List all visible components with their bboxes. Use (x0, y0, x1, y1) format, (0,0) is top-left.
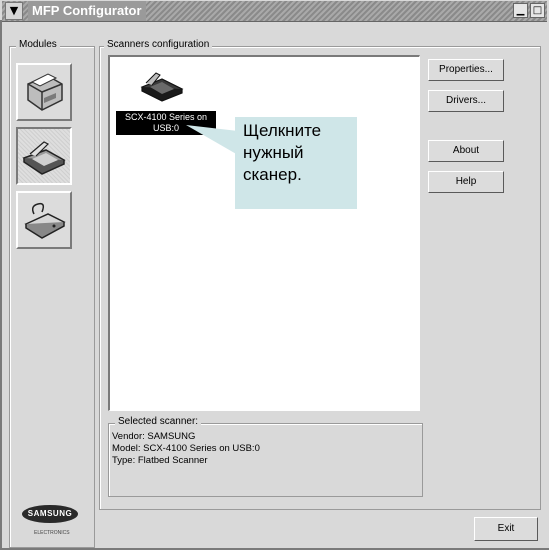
modules-panel: Modules (9, 39, 95, 548)
mfp-configurator-window: ▼ MFP Configurator ▁ □ Modules SAMSUNG E… (0, 0, 549, 550)
drivers-button[interactable]: Drivers... (428, 90, 504, 112)
type-text: Type: Flatbed Scanner (112, 455, 208, 466)
callout-text: Щелкните нужный сканер. (243, 121, 322, 184)
modules-legend: Modules (16, 39, 60, 50)
printer-icon (27, 73, 63, 111)
scanner-icon (140, 72, 184, 102)
samsung-logo-text: SAMSUNG (22, 505, 78, 523)
module-scanner-button[interactable] (16, 127, 72, 185)
samsung-logo: SAMSUNG ELECTRONICS (18, 503, 84, 543)
model-text: Model: SCX-4100 Series on USB:0 (112, 443, 260, 454)
callout-pointer (186, 125, 238, 155)
chevron-down-icon: ▼ (9, 4, 19, 17)
minimize-button[interactable]: ▁ (513, 3, 528, 18)
window-left-border (0, 20, 2, 550)
vendor-text: Vendor: SAMSUNG (112, 431, 196, 442)
callout-hint: Щелкните нужный сканер. (235, 117, 357, 209)
samsung-logo-subtext: ELECTRONICS (34, 530, 70, 536)
port-icon (24, 202, 66, 239)
maximize-button[interactable]: □ (530, 3, 545, 18)
scanners-legend: Scanners configuration (104, 39, 213, 50)
window-menu-button[interactable]: ▼ (5, 2, 23, 20)
selected-scanner-info: Vendor: SAMSUNG Model: SCX-4100 Series o… (112, 431, 260, 467)
maximize-icon: □ (532, 5, 543, 16)
help-button[interactable]: Help (428, 171, 504, 193)
module-printer-button[interactable] (16, 63, 72, 121)
title-bar[interactable]: ▼ MFP Configurator ▁ □ (2, 1, 547, 22)
minimize-icon: ▁ (516, 5, 525, 16)
window-title: MFP Configurator (28, 1, 146, 21)
about-button[interactable]: About (428, 140, 504, 162)
scanner-list[interactable]: SCX-4100 Series on USB:0 (108, 55, 420, 411)
exit-button[interactable]: Exit (474, 517, 538, 541)
scanner-icon (22, 141, 66, 175)
selected-scanner-legend: Selected scanner: (115, 416, 202, 427)
module-port-button[interactable] (16, 191, 72, 249)
properties-button[interactable]: Properties... (428, 59, 504, 81)
